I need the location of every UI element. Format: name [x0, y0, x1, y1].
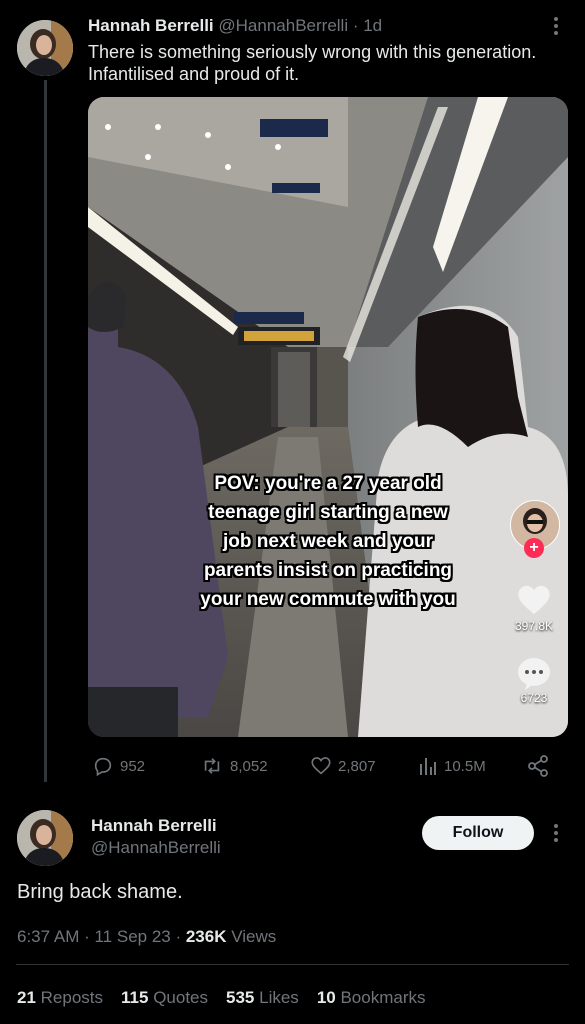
thread-line: [44, 80, 47, 782]
reposts-stat[interactable]: 21 Reposts: [17, 988, 103, 1008]
like-count: 2,807: [338, 757, 376, 775]
video-caption: POV: you're a 27 year old teenage girl s…: [158, 469, 498, 614]
views-button[interactable]: 10.5M: [418, 755, 486, 777]
share-icon[interactable]: [526, 754, 550, 783]
repost-button[interactable]: 8,052: [200, 755, 268, 777]
likes-stat-count: 535: [226, 988, 255, 1007]
caption-line: your new commute with you: [200, 589, 456, 610]
reply-meta: 6:37 AM · 11 Sep 23 · 236K Views: [17, 927, 276, 947]
repost-count: 8,052: [230, 757, 268, 775]
reply-author-name[interactable]: Hannah Berrelli: [91, 816, 217, 836]
station-scene-image: [88, 97, 568, 737]
follow-plus-icon[interactable]: +: [524, 538, 544, 558]
caption-line: POV: you're a 27 year old: [214, 473, 442, 494]
likes-stat[interactable]: 535 Likes: [226, 988, 299, 1008]
reply-button[interactable]: 952: [92, 755, 145, 777]
reply-avatar[interactable]: [17, 810, 73, 866]
more-options-icon[interactable]: [550, 14, 562, 38]
tweet-text: There is something seriously wrong with …: [88, 41, 568, 85]
reposts-stat-label: Reposts: [40, 988, 104, 1007]
reposts-stat-count: 21: [17, 988, 36, 1007]
tweet-header: Hannah Berrelli @HannahBerrelli · 1d: [88, 16, 382, 36]
tweet-text-line: Infantilised and proud of it.: [88, 64, 300, 84]
likes-stat-label: Likes: [259, 988, 299, 1007]
caption-line: job next week and your: [222, 531, 434, 552]
author-handle[interactable]: @HannahBerrelli: [218, 16, 348, 35]
like-button[interactable]: 2,807: [310, 755, 376, 777]
caption-line: parents insist on practicing: [203, 560, 453, 581]
video-like-count: 397.8K: [514, 619, 554, 633]
analytics-icon: [420, 758, 436, 775]
reply-count: 952: [120, 757, 146, 775]
tweet-media-video[interactable]: + 397.8K 6723 POV: you're a 27 year old …: [88, 97, 568, 737]
reply-icon: [94, 757, 112, 777]
reply-text: Bring back shame.: [17, 881, 183, 903]
engagement-stats: 21 Reposts 115 Quotes 535 Likes 10 Bookm…: [17, 988, 426, 1008]
author-name[interactable]: Hannah Berrelli: [88, 16, 214, 35]
follow-button[interactable]: Follow: [422, 816, 534, 850]
tweet-text-line: There is something seriously wrong with …: [88, 42, 537, 62]
reply-author-handle[interactable]: @HannahBerrelli: [91, 838, 221, 858]
quotes-stat-label: Quotes: [153, 988, 209, 1007]
divider: [16, 964, 569, 965]
repost-icon: [204, 758, 220, 774]
bookmarks-stat-label: Bookmarks: [340, 988, 426, 1007]
reply-timestamp[interactable]: 6:37 AM · 11 Sep 23 ·: [17, 927, 186, 946]
reply-views-label: Views: [226, 927, 277, 946]
bookmarks-stat[interactable]: 10 Bookmarks: [317, 988, 426, 1008]
reply-views-count: 236K: [185, 927, 227, 946]
quotes-stat-count: 115: [121, 988, 149, 1007]
reply-more-options-icon[interactable]: [550, 821, 562, 845]
avatar[interactable]: [17, 20, 73, 76]
like-heart-icon: [311, 757, 331, 775]
bookmarks-stat-count: 10: [316, 988, 336, 1007]
views-count: 10.5M: [444, 757, 486, 775]
video-comment-count: 6723: [520, 691, 548, 705]
caption-line: teenage girl starting a new: [208, 502, 448, 523]
heart-icon[interactable]: [517, 584, 551, 621]
quotes-stat[interactable]: 115 Quotes: [121, 988, 208, 1008]
tweet-age[interactable]: · 1d: [353, 16, 382, 35]
